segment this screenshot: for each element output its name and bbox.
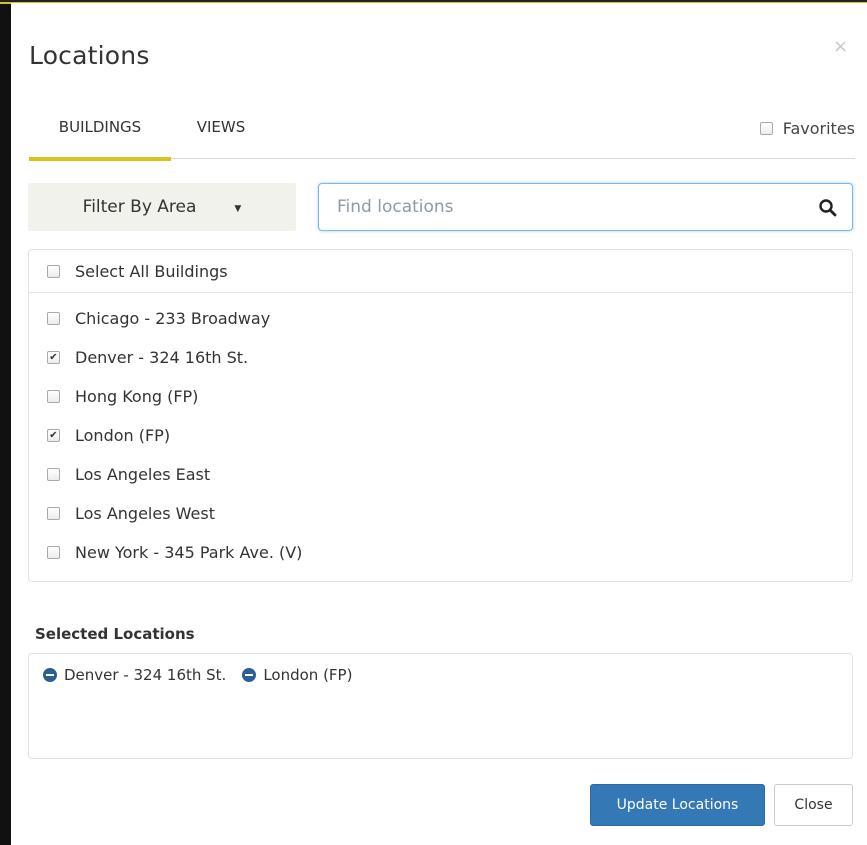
building-label: London (FP)	[75, 426, 171, 445]
selected-locations-box: Denver - 324 16th St. London (FP)	[28, 653, 853, 759]
remove-circle-icon[interactable]	[43, 668, 57, 682]
selected-locations-title: Selected Locations	[35, 625, 195, 643]
select-all-checkbox[interactable]	[47, 264, 60, 278]
close-icon[interactable]: ×	[833, 36, 848, 57]
building-label: Denver - 324 16th St.	[75, 348, 249, 367]
building-label: Los Angeles East	[75, 465, 211, 484]
tab-buildings[interactable]: BUILDINGS	[29, 103, 171, 161]
filter-label: Filter By Area	[82, 197, 197, 217]
building-item[interactable]: Los Angeles West	[29, 494, 852, 533]
favorites-checkbox[interactable]	[759, 122, 773, 135]
tab-views[interactable]: VIEWS	[171, 103, 271, 159]
update-locations-button[interactable]: Update Locations	[590, 784, 765, 826]
select-all-buildings[interactable]: Select All Buildings	[28, 249, 853, 293]
select-all-label: Select All Buildings	[75, 261, 228, 281]
building-label: New York - 345 Park Ave. (V)	[75, 543, 303, 562]
modal-title: Locations	[29, 41, 150, 70]
selected-location-label: London (FP)	[263, 666, 353, 684]
building-item[interactable]: Chicago - 233 Broadway	[29, 299, 852, 338]
building-checkbox[interactable]	[47, 468, 60, 481]
building-checkbox[interactable]	[47, 351, 60, 364]
selected-location-chip: London (FP)	[242, 666, 352, 684]
building-item[interactable]: New York - 345 Park Ave. (V)	[29, 533, 852, 572]
building-label: Hong Kong (FP)	[75, 387, 199, 406]
selected-location-chip: Denver - 324 16th St.	[43, 666, 226, 684]
building-checkbox[interactable]	[47, 429, 60, 442]
building-checkbox[interactable]	[47, 390, 60, 403]
tab-bar: BUILDINGS VIEWS Favorites	[29, 103, 855, 161]
building-label: Chicago - 233 Broadway	[75, 309, 271, 328]
caret-down-icon: ▼	[234, 204, 242, 214]
building-checkbox[interactable]	[47, 507, 60, 520]
selected-location-label: Denver - 324 16th St.	[64, 666, 227, 684]
buildings-list: Chicago - 233 Broadway Denver - 324 16th…	[28, 292, 853, 582]
locations-modal: Locations × BUILDINGS VIEWS Favorites Fi…	[11, 3, 867, 845]
search-input[interactable]	[319, 184, 799, 230]
building-checkbox[interactable]	[47, 312, 60, 325]
building-item[interactable]: Hong Kong (FP)	[29, 377, 852, 416]
building-item[interactable]: Denver - 324 16th St.	[29, 338, 852, 377]
search-box	[318, 183, 853, 231]
building-checkbox[interactable]	[47, 546, 60, 559]
building-item[interactable]: London (FP)	[29, 416, 852, 455]
close-button[interactable]: Close	[774, 784, 853, 826]
remove-circle-icon[interactable]	[242, 668, 257, 682]
building-item[interactable]: Los Angeles East	[29, 455, 852, 494]
search-icon[interactable]	[818, 198, 838, 218]
filter-by-area-dropdown[interactable]: Filter By Area ▼	[28, 183, 296, 231]
favorites-toggle[interactable]: Favorites	[759, 119, 855, 138]
favorites-label: Favorites	[782, 119, 855, 138]
building-label: Los Angeles West	[75, 504, 215, 523]
